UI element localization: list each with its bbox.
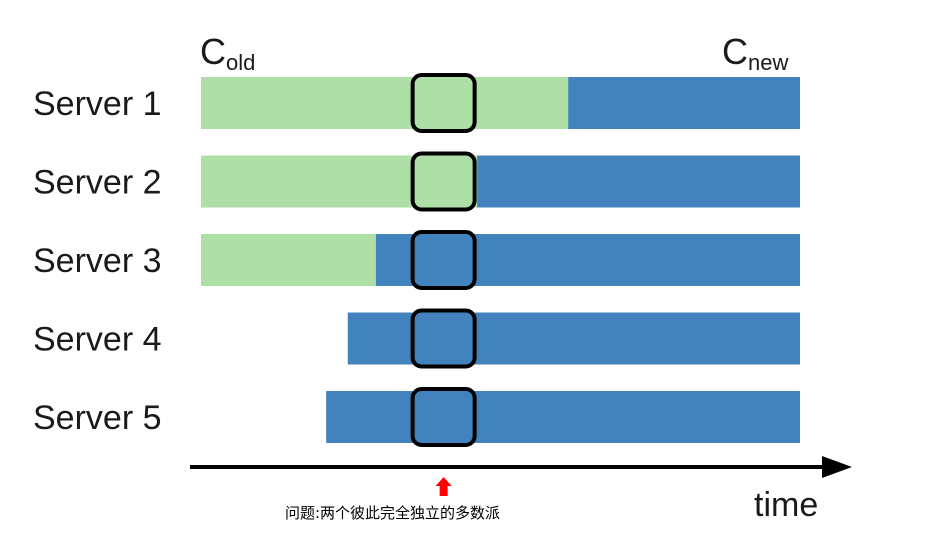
server-label: Server 1 <box>33 85 162 123</box>
c-old-base: C <box>200 31 226 72</box>
problem-caption: 问题:两个彼此完全独立的多数派 <box>285 504 500 522</box>
server-row: Server 2 <box>33 155 800 208</box>
c-old-sub: old <box>226 50 255 75</box>
c-old-label: Cold <box>200 31 255 75</box>
joint-consensus-diagram: Cold Cnew Server 1Server 2Server 3Server… <box>33 31 852 524</box>
c-new-label: Cnew <box>722 31 788 75</box>
server-label: Server 4 <box>33 321 162 359</box>
old-config-bar <box>201 77 569 129</box>
c-new-base: C <box>722 31 748 72</box>
new-config-bar <box>326 391 800 443</box>
old-config-bar <box>201 155 478 208</box>
server-row: Server 5 <box>33 391 800 443</box>
time-axis-label: time <box>754 486 818 524</box>
new-config-bar <box>568 77 800 129</box>
new-config-bar <box>477 155 800 208</box>
server-label: Server 5 <box>33 399 162 437</box>
new-config-bar <box>375 234 800 286</box>
server-row: Server 3 <box>33 234 800 286</box>
problem-marker-icon <box>435 477 452 496</box>
server-row: Server 4 <box>33 312 800 365</box>
new-config-bar <box>347 312 800 365</box>
marker-arrowhead <box>435 477 452 486</box>
marker-shaft <box>439 485 448 496</box>
server-rows: Server 1 Server 2 Server 3 Server 4 Server 5 <box>33 77 800 443</box>
old-config-bar <box>201 234 376 286</box>
server-label: Server 3 <box>33 242 162 280</box>
c-new-sub: new <box>748 50 788 75</box>
server-row: Server 1 <box>33 77 800 129</box>
server-label: Server 2 <box>33 164 162 202</box>
time-axis-arrowhead <box>822 456 852 478</box>
